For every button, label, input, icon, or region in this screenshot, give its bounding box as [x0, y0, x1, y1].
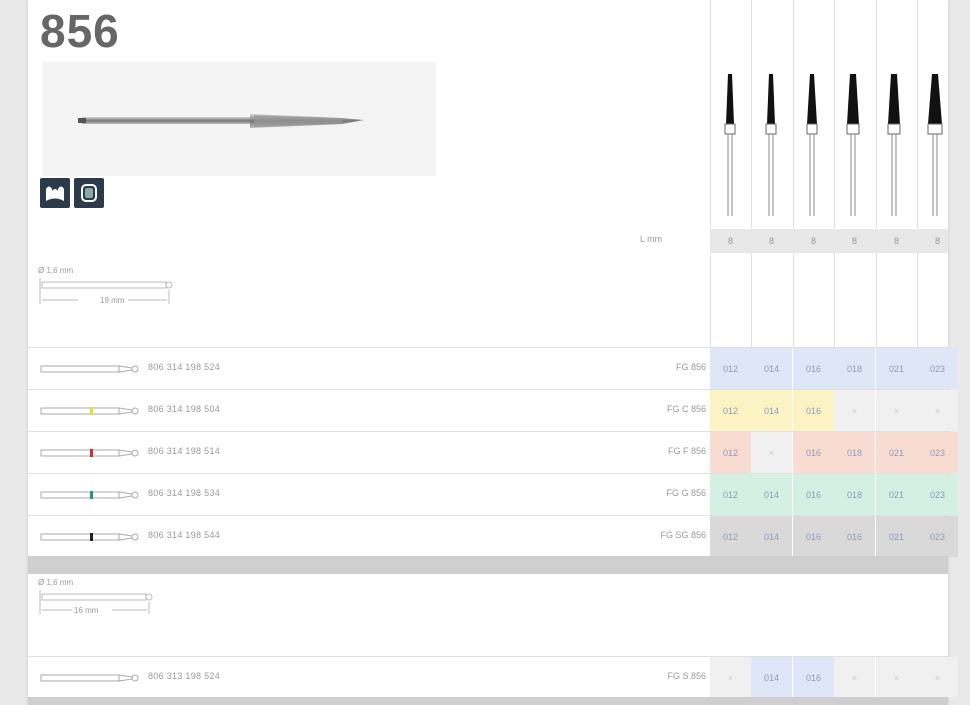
veneer-prep-icon: [74, 178, 104, 208]
length-unit-label: L mm: [640, 234, 663, 244]
size-cell[interactable]: 012: [710, 474, 751, 515]
section-separator: [28, 697, 948, 705]
size-unavailable: ×: [834, 657, 875, 698]
size-cell[interactable]: 012: [710, 348, 751, 389]
product-photo: [42, 62, 436, 176]
size-cell[interactable]: 023: [917, 348, 958, 389]
length-row: 8 8 8 8 8 8: [710, 229, 948, 253]
bur-mini-drawing: [40, 365, 139, 373]
length-value: 8: [768, 236, 774, 246]
length-value: 8: [851, 236, 857, 246]
product-code: 806 314 198 514: [148, 446, 221, 456]
product-name: FG S 856: [667, 671, 706, 681]
size-cell[interactable]: 023: [917, 516, 958, 557]
indication-icons: [40, 178, 104, 208]
product-name: FG C 856: [666, 404, 706, 414]
length-label-bottom: 16 mm: [74, 606, 99, 615]
size-cell[interactable]: 012: [710, 516, 751, 557]
bur-mini-drawing: [40, 407, 139, 415]
size-cell[interactable]: 021: [876, 432, 917, 473]
size-unavailable: ×: [917, 390, 958, 431]
product-row: 806 314 198 544 FG SG 856 012 014 016 016 02…: [28, 515, 958, 557]
size-cell[interactable]: 014: [751, 516, 792, 557]
size-unavailable: ×: [876, 657, 917, 698]
size-cell[interactable]: 016: [834, 516, 875, 557]
size-cell[interactable]: 016: [793, 348, 834, 389]
size-cell[interactable]: 016: [793, 390, 834, 431]
product-name: FG SG 856: [660, 530, 706, 540]
page-title: 856: [40, 5, 120, 57]
diameter-label-bottom: Ø 1,6 mm: [38, 578, 74, 587]
size-cell[interactable]: 021: [876, 516, 917, 557]
size-cell[interactable]: 014: [751, 390, 792, 431]
bur-mini-drawing: [40, 491, 139, 499]
size-cell[interactable]: 016: [793, 432, 834, 473]
length-value: 8: [934, 236, 940, 246]
length-value: 8: [727, 236, 733, 246]
product-row: 806 314 198 524 FG 856 012 014 016 018 021 02…: [28, 347, 958, 389]
product-code: 806 314 198 524: [148, 362, 221, 372]
bur-mini-drawing: [40, 674, 139, 682]
size-cell[interactable]: 014: [751, 348, 792, 389]
dimension-drawing-bottom: [39, 590, 153, 614]
size-cell[interactable]: 012: [710, 390, 751, 431]
size-cell[interactable]: 012: [710, 432, 751, 473]
size-cell[interactable]: 016: [793, 474, 834, 515]
length-value: 8: [810, 236, 816, 246]
product-name: FG 856: [675, 362, 706, 372]
diameter-label-top: Ø 1,6 mm: [38, 266, 74, 275]
size-cell[interactable]: 023: [917, 474, 958, 515]
size-cell[interactable]: 021: [876, 474, 917, 515]
section-separator: [28, 556, 948, 574]
product-row: 806 314 198 534 FG G 856 012 014 016 018 021…: [28, 473, 958, 515]
product-row: 806 314 198 504 FG C 856 012 014 016 × × ×: [28, 389, 958, 431]
bur-mini-drawing: [40, 533, 139, 541]
size-cell[interactable]: 016: [793, 657, 834, 698]
size-cell[interactable]: 021: [876, 348, 917, 389]
product-sheet: 856 Ø 1,6 mm 19 mm L mm 8 8 8 8 8 8 806 …: [28, 0, 958, 705]
product-code: 806 314 198 504: [148, 404, 221, 414]
product-code: 806 313 198 524: [148, 671, 221, 681]
product-name: FG F 856: [667, 446, 706, 456]
bur-tip-drawings: [724, 74, 943, 216]
product-name: FG G 856: [666, 488, 706, 498]
product-row: 806 314 198 514 FG F 856 012 × 016 018 021 02…: [28, 431, 958, 473]
size-unavailable: ×: [917, 657, 958, 698]
size-unavailable: ×: [834, 390, 875, 431]
crown-prep-icon: [40, 178, 70, 208]
size-unavailable: ×: [876, 390, 917, 431]
product-code: 806 314 198 544: [148, 530, 221, 540]
size-cell[interactable]: 018: [834, 474, 875, 515]
product-row: 806 313 198 524 FG S 856 × 014 016 × × ×: [28, 656, 958, 698]
size-cell[interactable]: 018: [834, 432, 875, 473]
length-value: 8: [893, 236, 899, 246]
size-cell[interactable]: 016: [793, 516, 834, 557]
bur-mini-drawing: [40, 449, 139, 457]
length-label-top: 19 mm: [100, 296, 125, 305]
product-code: 806 314 198 534: [148, 488, 221, 498]
size-cell[interactable]: 014: [751, 474, 792, 515]
size-cell[interactable]: 018: [834, 348, 875, 389]
size-cell[interactable]: 023: [917, 432, 958, 473]
size-unavailable: ×: [710, 657, 751, 698]
bur-photo-image: [78, 114, 364, 128]
size-cell[interactable]: 014: [751, 657, 792, 698]
size-unavailable: ×: [751, 432, 792, 473]
